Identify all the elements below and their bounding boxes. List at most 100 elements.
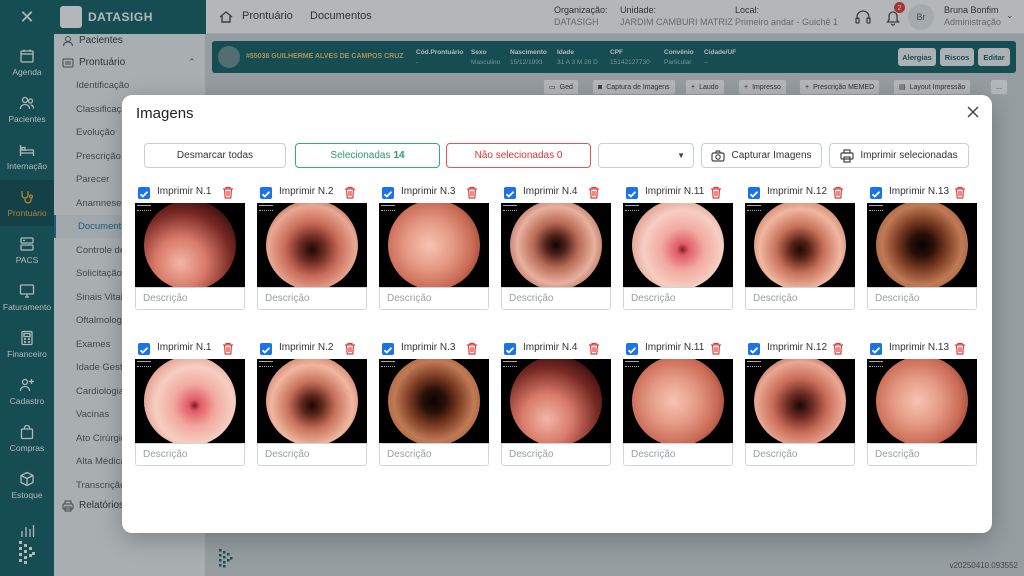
endoscopy-image[interactable] [257, 359, 367, 443]
image-card: Imprimir N.4 Descrição [501, 185, 611, 317]
print-label: Imprimir N.3 [401, 186, 456, 197]
image-card: Imprimir N.4 Descrição [501, 341, 611, 473]
print-checkbox[interactable] [382, 343, 394, 355]
endoscopy-image[interactable] [379, 203, 489, 287]
print-label: Imprimir N.2 [279, 342, 334, 353]
description-input[interactable]: Descrição [867, 443, 977, 466]
camera-icon [711, 149, 726, 162]
filter-select[interactable]: ▼ [598, 143, 694, 168]
image-card: Imprimir N.3 Descrição [379, 341, 489, 473]
print-checkbox[interactable] [260, 343, 272, 355]
unselected-filter-button[interactable]: Não selecionadas 0 [446, 143, 591, 168]
close-icon[interactable] [966, 105, 980, 119]
print-selected-button[interactable]: Imprimir selecionadas [829, 143, 969, 168]
trash-icon[interactable] [344, 186, 356, 199]
check-icon [383, 347, 393, 354]
endoscopy-image[interactable] [867, 359, 977, 443]
description-input[interactable]: Descrição [257, 287, 367, 310]
image-card: Imprimir N.11 Descrição [623, 185, 733, 317]
trash-icon[interactable] [466, 186, 478, 199]
image-card: Imprimir N.12 Descrição [745, 185, 855, 317]
trash-icon[interactable] [222, 186, 234, 199]
trash-icon[interactable] [344, 342, 356, 355]
description-input[interactable]: Descrição [379, 287, 489, 310]
description-input[interactable]: Descrição [135, 443, 245, 466]
print-label: Imprimir N.13 [889, 186, 950, 197]
check-icon [383, 191, 393, 198]
image-card: Imprimir N.12 Descrição [745, 341, 855, 473]
description-input[interactable]: Descrição [867, 287, 977, 310]
check-icon [627, 191, 637, 198]
print-checkbox[interactable] [870, 187, 882, 199]
description-input[interactable]: Descrição [745, 443, 855, 466]
caret-down-icon: ▼ [677, 151, 685, 160]
endoscopy-image[interactable] [257, 203, 367, 287]
image-card: Imprimir N.2 Descrição [257, 341, 367, 473]
endoscopy-image[interactable] [135, 359, 245, 443]
trash-icon[interactable] [832, 186, 844, 199]
images-modal: Imagens Desmarcar todas Selecionadas 14 … [122, 95, 992, 533]
print-checkbox[interactable] [748, 343, 760, 355]
trash-icon[interactable] [954, 342, 966, 355]
check-icon [749, 191, 759, 198]
print-checkbox[interactable] [504, 343, 516, 355]
check-icon [139, 191, 149, 198]
check-icon [871, 191, 881, 198]
print-label: Imprimir N.1 [157, 186, 212, 197]
description-input[interactable]: Descrição [135, 287, 245, 310]
print-checkbox[interactable] [748, 187, 760, 199]
print-checkbox[interactable] [138, 343, 150, 355]
description-input[interactable]: Descrição [257, 443, 367, 466]
print-label: Imprimir N.12 [767, 342, 828, 353]
endoscopy-image[interactable] [379, 359, 489, 443]
print-checkbox[interactable] [870, 343, 882, 355]
trash-icon[interactable] [588, 186, 600, 199]
description-input[interactable]: Descrição [501, 287, 611, 310]
endoscopy-image[interactable] [135, 203, 245, 287]
print-checkbox[interactable] [626, 187, 638, 199]
trash-icon[interactable] [832, 342, 844, 355]
description-input[interactable]: Descrição [623, 287, 733, 310]
check-icon [261, 347, 271, 354]
print-checkbox[interactable] [504, 187, 516, 199]
print-label: Imprimir N.4 [523, 186, 578, 197]
description-input[interactable]: Descrição [623, 443, 733, 466]
description-input[interactable]: Descrição [379, 443, 489, 466]
image-card: Imprimir N.1 Descrição [135, 185, 245, 317]
trash-icon[interactable] [710, 186, 722, 199]
deselect-all-button[interactable]: Desmarcar todas [144, 143, 286, 168]
endoscopy-image[interactable] [867, 203, 977, 287]
trash-icon[interactable] [710, 342, 722, 355]
trash-icon[interactable] [222, 342, 234, 355]
print-checkbox[interactable] [626, 343, 638, 355]
image-card: Imprimir N.3 Descrição [379, 185, 489, 317]
description-input[interactable]: Descrição [745, 287, 855, 310]
print-label: Imprimir N.1 [157, 342, 212, 353]
endoscopy-image[interactable] [501, 359, 611, 443]
print-checkbox[interactable] [260, 187, 272, 199]
endoscopy-image[interactable] [745, 359, 855, 443]
selected-filter-button[interactable]: Selecionadas 14 [295, 143, 440, 168]
trash-icon[interactable] [466, 342, 478, 355]
selected-count: 14 [393, 150, 405, 161]
print-selected-label: Imprimir selecionadas [860, 150, 958, 161]
description-input[interactable]: Descrição [501, 443, 611, 466]
selected-label: Selecionadas [330, 150, 391, 161]
check-icon [505, 191, 515, 198]
trash-icon[interactable] [954, 186, 966, 199]
endoscopy-image[interactable] [623, 359, 733, 443]
endoscopy-image[interactable] [501, 203, 611, 287]
check-icon [505, 347, 515, 354]
modal-title: Imagens [136, 105, 194, 122]
check-icon [627, 347, 637, 354]
trash-icon[interactable] [588, 342, 600, 355]
print-checkbox[interactable] [382, 187, 394, 199]
image-card: Imprimir N.2 Descrição [257, 185, 367, 317]
endoscopy-image[interactable] [623, 203, 733, 287]
print-label: Imprimir N.2 [279, 186, 334, 197]
image-card: Imprimir N.11 Descrição [623, 341, 733, 473]
check-icon [139, 347, 149, 354]
print-checkbox[interactable] [138, 187, 150, 199]
endoscopy-image[interactable] [745, 203, 855, 287]
capture-images-button[interactable]: Capturar Imagens [701, 143, 822, 168]
